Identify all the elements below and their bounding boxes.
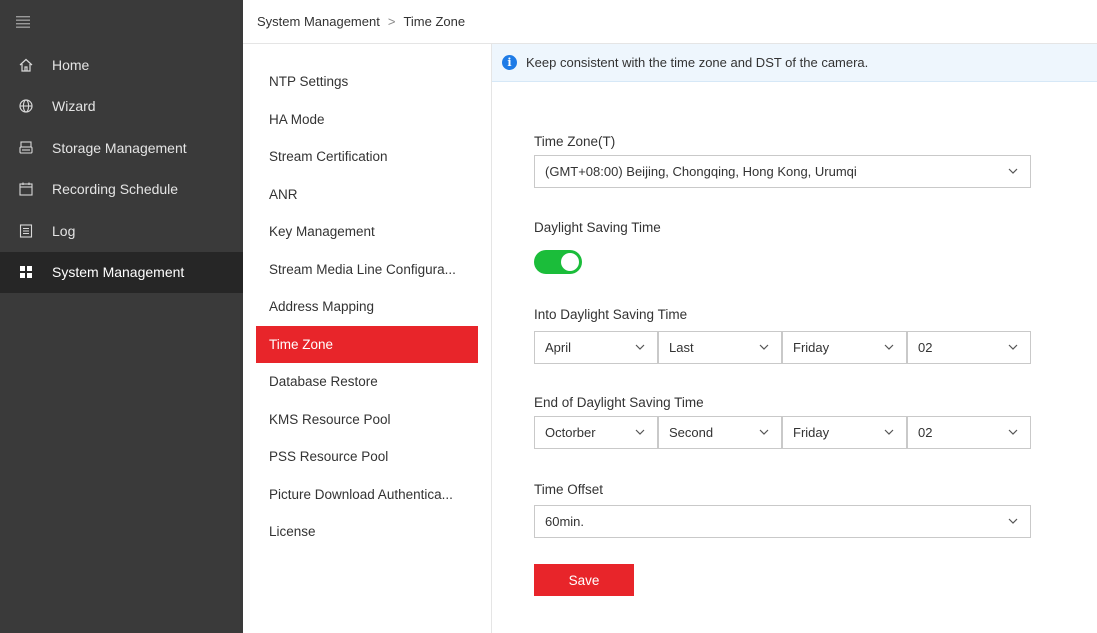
submenu-item-ntp-settings[interactable]: NTP Settings <box>256 63 478 101</box>
time-offset-select[interactable]: 60min. <box>534 505 1031 538</box>
end-dst-day-value: Friday <box>793 425 830 440</box>
sidebar-item-wizard[interactable]: Wizard <box>0 86 243 128</box>
sidebar-item-label: Home <box>52 56 90 73</box>
into-dst-hour-select[interactable]: 02 <box>907 331 1031 364</box>
end-dst-hour-value: 02 <box>918 425 933 440</box>
calendar-icon <box>18 181 34 197</box>
breadcrumb-current: Time Zone <box>403 14 466 29</box>
menu-toggle[interactable] <box>0 0 243 44</box>
grid-icon <box>18 264 34 280</box>
storage-icon <box>18 140 34 156</box>
home-icon <box>18 57 34 73</box>
chevron-down-icon <box>635 429 645 435</box>
chevron-down-icon <box>759 344 769 350</box>
sidebar-item-label: Log <box>52 222 76 239</box>
sidebar-item-label: Wizard <box>52 98 96 115</box>
save-button[interactable]: Save <box>534 564 634 596</box>
chevron-down-icon <box>635 344 645 350</box>
into-dst-month-value: April <box>545 340 572 355</box>
time-offset-value: 60min. <box>545 514 585 529</box>
end-dst-label: End of Daylight Saving Time <box>534 395 704 410</box>
submenu: NTP Settings HA Mode Stream Certificatio… <box>243 44 492 633</box>
submenu-item-database-restore[interactable]: Database Restore <box>256 363 478 401</box>
submenu-item-stream-media-line[interactable]: Stream Media Line Configura... <box>256 251 478 289</box>
breadcrumb-parent[interactable]: System Management <box>257 14 380 29</box>
info-text: Keep consistent with the time zone and D… <box>526 55 869 70</box>
sidebar: Home Wizard Storage Management Recording… <box>0 0 243 633</box>
end-dst-month-select[interactable]: Octorber <box>534 416 658 449</box>
submenu-item-license[interactable]: License <box>256 513 478 551</box>
end-dst-day-select[interactable]: Friday <box>782 416 907 449</box>
submenu-item-ha-mode[interactable]: HA Mode <box>256 101 478 139</box>
submenu-item-kms-resource-pool[interactable]: KMS Resource Pool <box>256 401 478 439</box>
sidebar-item-label: System Management <box>52 264 185 281</box>
end-dst-month-value: Octorber <box>545 425 596 440</box>
end-dst-hour-select[interactable]: 02 <box>907 416 1031 449</box>
chevron-down-icon <box>884 344 894 350</box>
time-offset-label: Time Offset <box>534 482 604 497</box>
breadcrumb: System Management > Time Zone <box>243 0 1097 44</box>
chevron-down-icon <box>884 429 894 435</box>
dst-label: Daylight Saving Time <box>534 220 661 235</box>
time-zone-value: (GMT+08:00) Beijing, Chongqing, Hong Kon… <box>545 164 857 179</box>
time-zone-select[interactable]: (GMT+08:00) Beijing, Chongqing, Hong Kon… <box>534 155 1031 188</box>
sidebar-item-log[interactable]: Log <box>0 210 243 252</box>
info-banner: i Keep consistent with the time zone and… <box>492 44 1097 82</box>
sidebar-item-label: Recording Schedule <box>52 181 179 198</box>
into-dst-week-select[interactable]: Last <box>658 331 782 364</box>
sidebar-item-recording-schedule[interactable]: Recording Schedule <box>0 169 243 211</box>
submenu-item-time-zone[interactable]: Time Zone <box>256 325 478 363</box>
breadcrumb-separator: > <box>387 14 396 29</box>
hamburger-icon[interactable] <box>16 16 30 28</box>
submenu-item-key-management[interactable]: Key Management <box>256 213 478 251</box>
submenu-item-anr[interactable]: ANR <box>256 176 478 214</box>
into-dst-label: Into Daylight Saving Time <box>534 307 688 322</box>
info-icon: i <box>502 55 517 70</box>
end-dst-week-value: Second <box>669 425 714 440</box>
main-content: i Keep consistent with the time zone and… <box>492 44 1097 633</box>
into-dst-week-value: Last <box>669 340 694 355</box>
chevron-down-icon <box>1008 344 1018 350</box>
into-dst-month-select[interactable]: April <box>534 331 658 364</box>
sidebar-item-system-management[interactable]: System Management <box>0 251 243 293</box>
submenu-item-pss-resource-pool[interactable]: PSS Resource Pool <box>256 438 478 476</box>
sidebar-item-label: Storage Management <box>52 139 187 156</box>
submenu-item-picture-download-auth[interactable]: Picture Download Authentica... <box>256 476 478 514</box>
into-dst-hour-value: 02 <box>918 340 933 355</box>
submenu-item-address-mapping[interactable]: Address Mapping <box>256 288 478 326</box>
chevron-down-icon <box>1008 168 1018 174</box>
toggle-knob <box>561 253 579 271</box>
into-dst-day-value: Friday <box>793 340 830 355</box>
submenu-item-stream-certification[interactable]: Stream Certification <box>256 138 478 176</box>
globe-icon <box>18 98 34 114</box>
into-dst-day-select[interactable]: Friday <box>782 331 907 364</box>
sidebar-item-home[interactable]: Home <box>0 44 243 86</box>
chevron-down-icon <box>1008 429 1018 435</box>
chevron-down-icon <box>759 429 769 435</box>
dst-toggle[interactable] <box>534 250 582 274</box>
log-icon <box>18 223 34 239</box>
end-dst-week-select[interactable]: Second <box>658 416 782 449</box>
sidebar-item-storage-management[interactable]: Storage Management <box>0 127 243 169</box>
time-zone-label: Time Zone(T) <box>534 134 616 149</box>
chevron-down-icon <box>1008 518 1018 524</box>
